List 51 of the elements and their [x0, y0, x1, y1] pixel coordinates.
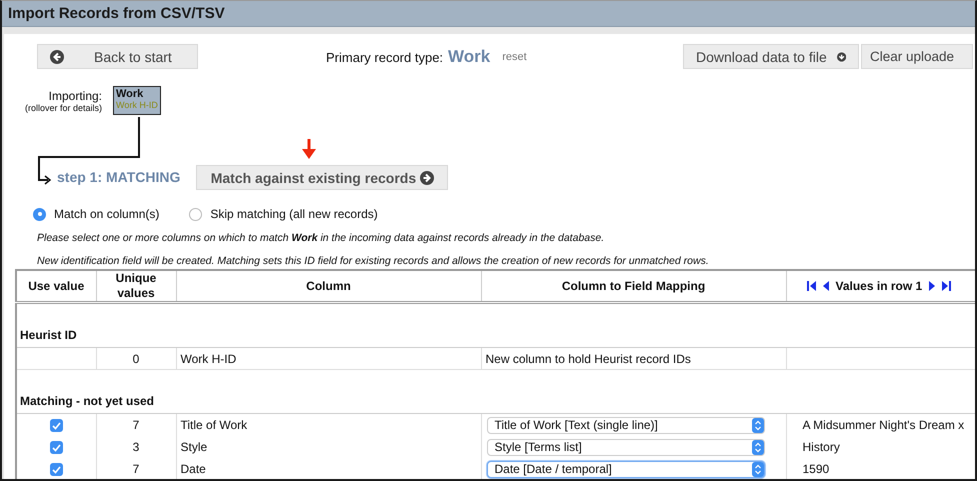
window-title: Import Records from CSV/TSV — [2, 1, 975, 27]
table-cell: New column to hold Heurist record IDs — [486, 352, 691, 366]
importing-label: Importing: — [48, 89, 102, 103]
table-cell: History — [802, 440, 840, 454]
table-cell: Work H-ID — [176, 348, 481, 370]
column-header: Unique values — [96, 270, 176, 302]
step-label: step 1: MATCHING — [57, 169, 180, 185]
table-cell: Style — [176, 436, 481, 458]
column-header: Column — [176, 270, 481, 302]
instruction-text: Please select one or more columns on which to match Work in the incoming data against records already in the database. — [37, 232, 606, 245]
checkbox[interactable] — [50, 441, 63, 454]
stepper-icon — [752, 418, 764, 432]
table-cell: Date — [176, 458, 481, 479]
back-arrow-icon — [50, 50, 64, 64]
down-arrow-icon — [302, 139, 316, 159]
table-cell: 1590 — [802, 462, 830, 476]
table-cell: 0 — [96, 348, 176, 370]
radio-option[interactable]: Match on column(s) — [33, 207, 160, 221]
column-header: Use value — [16, 270, 96, 302]
last-page-icon[interactable] — [942, 281, 952, 291]
instruction-text: New identification field will be created. Matching sets this ID field for existing records and allows the creation of new records for unmatched rows. — [37, 255, 710, 268]
checkbox[interactable] — [50, 463, 63, 476]
table-cell: 7 — [96, 458, 176, 479]
table-cell: 3 — [96, 436, 176, 458]
next-icon[interactable] — [929, 281, 936, 291]
stepper-icon — [752, 440, 764, 454]
download-icon — [836, 50, 846, 64]
reset-link[interactable]: reset — [502, 50, 527, 62]
record-type-box[interactable]: Work Work H-ID — [113, 86, 161, 115]
field-select[interactable]: Style [Terms list] — [486, 438, 764, 456]
arrow-right-icon — [420, 170, 434, 184]
stepper-icon — [752, 462, 764, 476]
primary-record-label: Primary record type: Work — [326, 46, 490, 66]
column-header: Column to Field Mapping — [481, 270, 786, 302]
radio-option[interactable]: Skip matching (all new records) — [189, 207, 378, 221]
match-button[interactable]: Match against existing records — [196, 165, 448, 190]
table-cell: 7 — [96, 414, 176, 436]
rollover-hint: (rollover for details) — [24, 103, 102, 113]
clear-button[interactable]: Clear uploade — [861, 44, 973, 69]
download-button[interactable]: Download data to file — [683, 44, 859, 69]
field-select[interactable]: Date [Date / temporal] — [486, 460, 764, 478]
values-header: Values in row 1 — [836, 278, 922, 294]
field-select[interactable]: Title of Work [Text (single line)] — [486, 416, 764, 434]
checkbox[interactable] — [50, 419, 63, 432]
group-heading: Matching - not yet used — [16, 370, 975, 414]
first-page-icon[interactable] — [806, 281, 816, 291]
previous-icon[interactable] — [822, 281, 828, 291]
table-cell: A Midsummer Night's Dream x — [802, 418, 964, 432]
back-button[interactable]: Back to start — [37, 44, 198, 69]
table-cell: Title of Work — [176, 414, 481, 436]
group-heading: Heurist ID — [16, 302, 975, 348]
